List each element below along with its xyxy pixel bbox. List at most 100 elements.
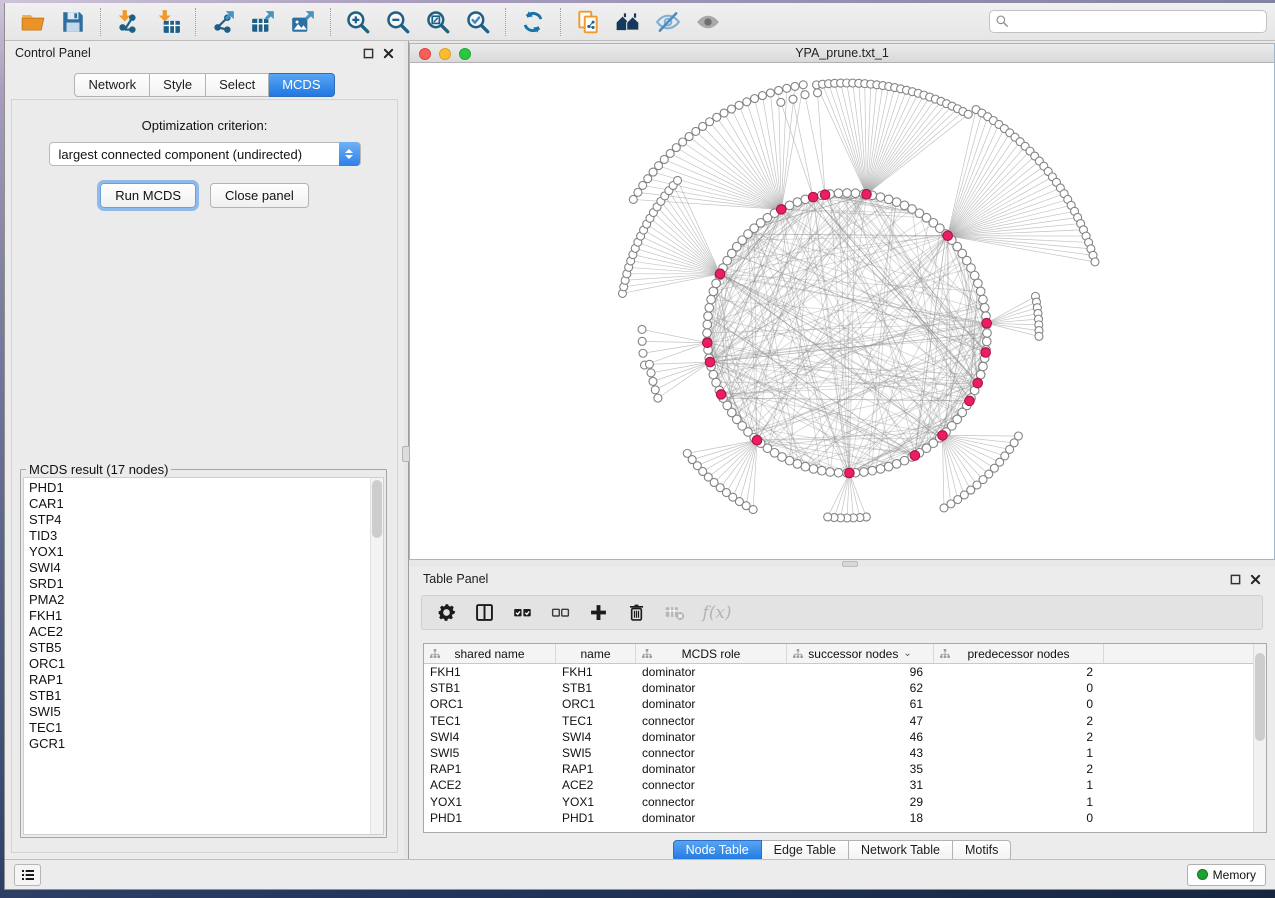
mcds-result-item[interactable]: GCR1: [29, 736, 383, 752]
show-all-button[interactable]: [688, 6, 728, 38]
tab-mcds[interactable]: MCDS: [269, 73, 334, 97]
table-row[interactable]: SWI4SWI4dominator462: [424, 729, 1266, 745]
table-cell[interactable]: 0: [934, 681, 1104, 695]
table-row[interactable]: RAP1RAP1dominator352: [424, 761, 1266, 777]
table-cell[interactable]: 29: [787, 795, 934, 809]
table-cell[interactable]: ACE2: [424, 778, 556, 792]
table-cell[interactable]: YOX1: [424, 795, 556, 809]
table-cell[interactable]: dominator: [636, 762, 787, 776]
network-titlebar[interactable]: YPA_prune.txt_1: [410, 44, 1274, 63]
table-cell[interactable]: connector: [636, 795, 787, 809]
network-node[interactable]: [704, 312, 713, 321]
mcds-node[interactable]: [808, 192, 818, 202]
mcds-result-list[interactable]: PHD1CAR1STP4TID3YOX1SWI4SRD1PMA2FKH1ACE2…: [23, 477, 384, 835]
mcds-result-item[interactable]: RAP1: [29, 672, 383, 688]
table-cell[interactable]: 31: [787, 778, 934, 792]
network-node[interactable]: [983, 329, 992, 338]
table-cell[interactable]: STB1: [424, 681, 556, 695]
network-node[interactable]: [834, 189, 843, 198]
table-cell[interactable]: 47: [787, 714, 934, 728]
table-cell[interactable]: ACE2: [556, 778, 636, 792]
network-node[interactable]: [824, 513, 832, 521]
mcds-node[interactable]: [938, 431, 948, 441]
open-button[interactable]: [13, 6, 53, 38]
table-cell[interactable]: ORC1: [424, 697, 556, 711]
network-node[interactable]: [809, 465, 818, 474]
network-node[interactable]: [709, 370, 718, 379]
table-cell[interactable]: RAP1: [424, 762, 556, 776]
mcds-node[interactable]: [973, 378, 983, 388]
column-header-shared-name[interactable]: shared name: [424, 644, 556, 663]
network-node[interactable]: [940, 504, 948, 512]
table-row[interactable]: TEC1TEC1connector472: [424, 713, 1266, 729]
tab-select[interactable]: Select: [206, 73, 269, 97]
table-row[interactable]: SWI5SWI5connector431: [424, 745, 1266, 761]
table-cell[interactable]: connector: [636, 778, 787, 792]
table-cell[interactable]: SWI4: [424, 730, 556, 744]
column-header-successor-nodes[interactable]: successor nodes⌄: [787, 644, 934, 663]
table-row[interactable]: YOX1YOX1connector291: [424, 794, 1266, 810]
delete-button[interactable]: [622, 599, 650, 627]
hide-selected-button[interactable]: [648, 6, 688, 38]
table-cell[interactable]: 35: [787, 762, 934, 776]
table-cell[interactable]: 61: [787, 697, 934, 711]
table-cell[interactable]: SWI5: [424, 746, 556, 760]
network-node[interactable]: [884, 195, 893, 204]
table-cell[interactable]: FKH1: [556, 665, 636, 679]
table-cell[interactable]: 1: [934, 746, 1104, 760]
table-row[interactable]: FKH1FKH1dominator962: [424, 664, 1266, 680]
window-zoom-icon[interactable]: [459, 48, 471, 60]
network-node[interactable]: [703, 329, 712, 338]
network-node[interactable]: [629, 195, 637, 203]
network-node[interactable]: [766, 89, 774, 97]
network-node[interactable]: [703, 320, 712, 329]
window-close-icon[interactable]: [419, 48, 431, 60]
table-tab-motifs[interactable]: Motifs: [953, 840, 1011, 861]
network-node[interactable]: [799, 81, 807, 89]
network-node[interactable]: [727, 105, 735, 113]
table-cell[interactable]: 96: [787, 665, 934, 679]
mcds-result-item[interactable]: TID3: [29, 528, 383, 544]
mcds-result-item[interactable]: YOX1: [29, 544, 383, 560]
table-cell[interactable]: ORC1: [556, 697, 636, 711]
mcds-node[interactable]: [752, 435, 762, 445]
table-cell[interactable]: 1: [934, 795, 1104, 809]
add-button[interactable]: [584, 599, 612, 627]
table-row[interactable]: STB1STB1dominator620: [424, 680, 1266, 696]
table-tab-node-table[interactable]: Node Table: [673, 840, 762, 861]
network-node[interactable]: [789, 95, 797, 103]
table-cell[interactable]: 43: [787, 746, 934, 760]
save-button[interactable]: [53, 6, 93, 38]
window-minimize-icon[interactable]: [439, 48, 451, 60]
network-node[interactable]: [777, 98, 785, 106]
network-node[interactable]: [892, 460, 901, 469]
mcds-node[interactable]: [862, 190, 872, 200]
list-scrollbar[interactable]: [370, 478, 383, 834]
delete-table-button[interactable]: [660, 599, 688, 627]
tab-network[interactable]: Network: [74, 73, 150, 97]
run-mcds-button[interactable]: Run MCDS: [100, 183, 196, 208]
deselect-all-button[interactable]: [546, 599, 574, 627]
export-network-button[interactable]: [203, 6, 243, 38]
network-node[interactable]: [639, 181, 647, 189]
mcds-node[interactable]: [776, 205, 786, 215]
network-node[interactable]: [868, 466, 877, 475]
table-cell[interactable]: dominator: [636, 665, 787, 679]
network-node[interactable]: [706, 118, 714, 126]
network-node[interactable]: [884, 462, 893, 471]
network-node[interactable]: [851, 189, 860, 198]
close-panel-icon[interactable]: [383, 48, 394, 59]
table-cell[interactable]: dominator: [636, 811, 787, 825]
network-node[interactable]: [826, 468, 835, 477]
mcds-result-item[interactable]: TEC1: [29, 720, 383, 736]
network-node[interactable]: [979, 295, 988, 304]
zoom-selected-button[interactable]: [458, 6, 498, 38]
table-cell[interactable]: YOX1: [556, 795, 636, 809]
mcds-node[interactable]: [845, 468, 855, 478]
close-panel-button[interactable]: Close panel: [210, 183, 309, 208]
network-node[interactable]: [735, 101, 743, 109]
mcds-node[interactable]: [981, 348, 991, 358]
network-node[interactable]: [876, 465, 885, 474]
export-table-button[interactable]: [243, 6, 283, 38]
network-node[interactable]: [634, 188, 642, 196]
